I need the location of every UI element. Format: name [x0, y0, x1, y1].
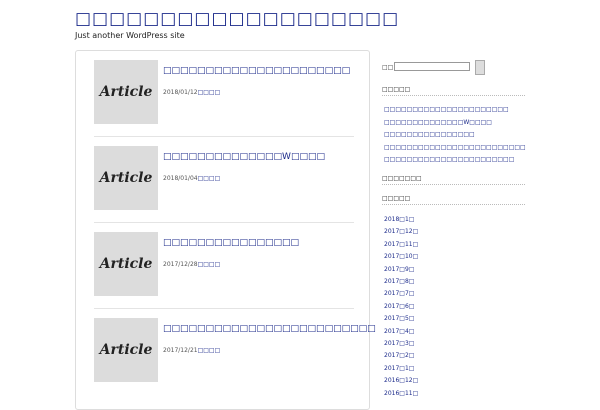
recent-posts-title: □□□□□ [382, 86, 525, 96]
thumbnail-label: Article [99, 84, 153, 100]
article-category-link[interactable]: □□□□ [198, 175, 221, 182]
article-item: Article □□□□□□□□□□□□□□□□□□□□□□ 2018/01/1… [94, 51, 354, 137]
article-thumbnail[interactable]: Article [94, 60, 158, 124]
recent-post-link[interactable]: □□□□□□□□□□□□□□W□□□□ [384, 117, 526, 130]
thumbnail-label: Article [99, 256, 153, 272]
article-date: 2017/12/28 [163, 261, 198, 268]
recent-post-link[interactable]: □□□□□□□□□□□□□□□□ [384, 129, 526, 142]
archive-link[interactable]: 2018□1□ [384, 214, 418, 226]
thumbnail-label: Article [99, 170, 153, 186]
site-title[interactable]: □□□□□□□□□□□□□□□□□□□ [75, 9, 399, 29]
article-meta: 2017/12/28□□□□ [163, 261, 220, 268]
archive-link[interactable]: 2016□11□ [384, 388, 418, 400]
article-title-link[interactable]: □□□□□□□□□□□□□□□□ [163, 238, 299, 248]
archive-link[interactable]: 2017□12□ [384, 226, 418, 238]
main-content: Article □□□□□□□□□□□□□□□□□□□□□□ 2018/01/1… [75, 50, 376, 410]
search-input[interactable] [394, 62, 470, 71]
search-button[interactable] [475, 60, 485, 75]
article-thumbnail[interactable]: Article [94, 232, 158, 296]
archive-link[interactable]: 2017□3□ [384, 338, 418, 350]
site-tagline: Just another WordPress site [75, 31, 185, 40]
archive-link[interactable]: 2017□5□ [384, 313, 418, 325]
article-title-link[interactable]: □□□□□□□□□□□□□□W□□□□ [163, 152, 325, 162]
archive-link[interactable]: 2017□8□ [384, 276, 418, 288]
article-title-link[interactable]: □□□□□□□□□□□□□□□□□□□□□□□□□ [163, 324, 376, 334]
archive-link[interactable]: 2017□11□ [384, 239, 418, 251]
article-thumbnail[interactable]: Article [94, 318, 158, 382]
archive-link[interactable]: 2016□12□ [384, 375, 418, 387]
recent-comments-title: □□□□□□□ [382, 175, 525, 185]
recent-posts-list: □□□□□□□□□□□□□□□□□□□□□□ □□□□□□□□□□□□□□W□□… [384, 104, 526, 167]
archive-link[interactable]: 2017□4□ [384, 326, 418, 338]
article-item: Article □□□□□□□□□□□□□□W□□□□ 2018/01/04□□… [94, 137, 354, 223]
archive-link[interactable]: 2017□10□ [384, 251, 418, 263]
thumbnail-label: Article [99, 342, 153, 358]
article-date: 2018/01/12 [163, 89, 198, 96]
archive-link[interactable]: 2017□2□ [384, 350, 418, 362]
article-thumbnail[interactable]: Article [94, 146, 158, 210]
article-item: Article □□□□□□□□□□□□□□□□ 2017/12/28□□□□ [94, 223, 354, 309]
article-meta: 2018/01/04□□□□ [163, 175, 220, 182]
archive-link[interactable]: 2017□7□ [384, 288, 418, 300]
article-date: 2017/12/21 [163, 347, 198, 354]
article-date: 2018/01/04 [163, 175, 198, 182]
archive-link[interactable]: 2017□1□ [384, 363, 418, 375]
article-title-link[interactable]: □□□□□□□□□□□□□□□□□□□□□□ [163, 66, 350, 76]
recent-post-link[interactable]: □□□□□□□□□□□□□□□□□□□□□□□□□ [384, 142, 526, 155]
article-item: Article □□□□□□□□□□□□□□□□□□□□□□□□□ 2017/1… [94, 309, 376, 395]
article-category-link[interactable]: □□□□ [198, 347, 221, 354]
archive-link[interactable]: 2017□6□ [384, 301, 418, 313]
archives-title: □□□□□ [382, 195, 525, 205]
archives-list: 2018□1□ 2017□12□ 2017□11□ 2017□10□ 2017□… [384, 214, 418, 400]
archive-link[interactable]: 2017□9□ [384, 264, 418, 276]
article-meta: 2018/01/12□□□□ [163, 89, 220, 96]
recent-post-link[interactable]: □□□□□□□□□□□□□□□□□□□□□□□ [384, 154, 526, 167]
article-category-link[interactable]: □□□□ [198, 261, 221, 268]
recent-post-link[interactable]: □□□□□□□□□□□□□□□□□□□□□□ [384, 104, 526, 117]
article-category-link[interactable]: □□□□ [198, 89, 221, 96]
article-meta: 2017/12/21□□□□ [163, 347, 220, 354]
